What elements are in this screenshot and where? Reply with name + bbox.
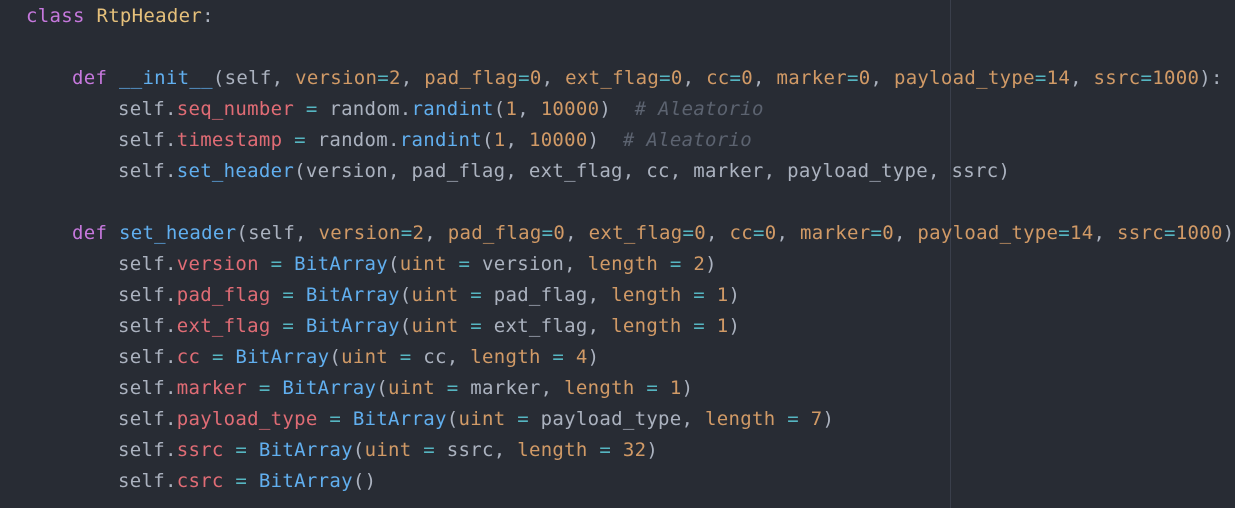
keyword-def: def xyxy=(72,222,108,244)
code-line-1[interactable]: class RtpHeader: xyxy=(26,1,1235,32)
code-line-13[interactable]: self.marker = BitArray(uint = marker, le… xyxy=(26,373,1235,404)
code-line-7[interactable] xyxy=(26,187,1235,218)
colon: : xyxy=(202,5,214,27)
keyword-def: def xyxy=(72,67,108,89)
keyword-class: class xyxy=(26,5,85,27)
code-line-2[interactable] xyxy=(26,32,1235,63)
code-line-6[interactable]: self.set_header(version, pad_flag, ext_f… xyxy=(26,156,1235,187)
function-name-init: __init__ xyxy=(118,67,213,89)
function-name-set-header: set_header xyxy=(118,222,237,244)
method-call-set-header: set_header xyxy=(176,160,295,182)
code-line-15[interactable]: self.ssrc = BitArray(uint = ssrc, length… xyxy=(26,435,1235,466)
code-line-8[interactable]: def set_header(self, version=2, pad_flag… xyxy=(26,218,1235,249)
code-area[interactable]: class RtpHeader: def __init__(self, vers… xyxy=(26,1,1235,497)
code-line-9[interactable]: self.version = BitArray(uint = version, … xyxy=(26,249,1235,280)
code-line-14[interactable]: self.payload_type = BitArray(uint = payl… xyxy=(26,404,1235,435)
attr-seq-number: seq_number xyxy=(176,98,295,120)
code-line-4[interactable]: self.seq_number = random.randint(1, 1000… xyxy=(26,94,1235,125)
code-line-16[interactable]: self.csrc = BitArray() xyxy=(26,466,1235,497)
class-name: RtpHeader xyxy=(96,5,203,27)
code-line-5[interactable]: self.timestamp = random.randint(1, 10000… xyxy=(26,125,1235,156)
code-line-10[interactable]: self.pad_flag = BitArray(uint = pad_flag… xyxy=(26,280,1235,311)
code-editor[interactable]: class RtpHeader: def __init__(self, vers… xyxy=(0,0,1235,508)
comment: # Aleatorio xyxy=(611,98,764,120)
comment: # Aleatorio xyxy=(599,129,753,151)
attr-timestamp: timestamp xyxy=(176,129,283,151)
code-line-11[interactable]: self.ext_flag = BitArray(uint = ext_flag… xyxy=(26,311,1235,342)
code-line-3[interactable]: def __init__(self, version=2, pad_flag=0… xyxy=(26,63,1235,94)
code-line-12[interactable]: self.cc = BitArray(uint = cc, length = 4… xyxy=(26,342,1235,373)
